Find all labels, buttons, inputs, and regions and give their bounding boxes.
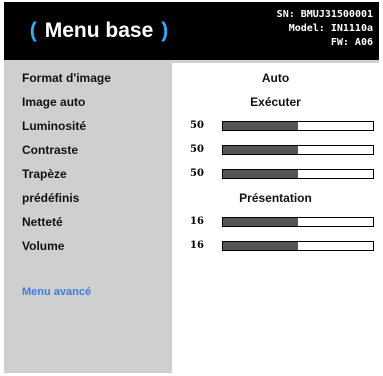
title-paren-open: ( — [29, 19, 37, 42]
menu-title: ( Menu base ) — [4, 2, 194, 60]
title-paren-close: ) — [161, 19, 169, 42]
menu-item-image-auto[interactable]: Image auto Exécuter — [4, 91, 379, 113]
contraste-value: 50 — [190, 144, 204, 155]
menu-avance-link[interactable]: Menu avancé — [22, 286, 91, 298]
volume-value: 16 — [190, 240, 204, 251]
image-auto-execute[interactable]: Exécuter — [172, 91, 379, 113]
title-text: Menu base — [44, 19, 154, 42]
slider-fill — [223, 146, 298, 154]
menu-item-predefinis[interactable]: prédéfinis Présentation — [4, 187, 379, 209]
slider-fill — [223, 170, 298, 178]
volume-slider[interactable] — [222, 241, 374, 251]
serial-number: SN: BMUJ31500001 — [276, 9, 373, 20]
menu-item-label: Image auto — [22, 95, 86, 109]
contraste-slider[interactable] — [222, 145, 374, 155]
menu-header: ( Menu base ) SN: BMUJ31500001 Model: IN… — [4, 2, 379, 60]
slider-fill — [223, 122, 298, 130]
trapeze-value: 50 — [190, 168, 204, 179]
nettete-value: 16 — [190, 216, 204, 227]
menu-item-label: Format d'image — [22, 71, 111, 85]
model-name: Model: IN1110a — [288, 23, 373, 34]
osd-menu-window: ( Menu base ) SN: BMUJ31500001 Model: IN… — [4, 2, 379, 373]
menu-item-label: Trapèze — [22, 167, 67, 181]
menu-item-label: Luminosité — [22, 119, 87, 133]
menu-item-trapeze[interactable]: Trapèze 50 — [4, 163, 379, 185]
predefinis-value[interactable]: Présentation — [172, 187, 379, 209]
slider-fill — [223, 218, 298, 226]
firmware-version: FW: A06 — [330, 37, 373, 48]
format-image-value[interactable]: Auto — [172, 67, 379, 89]
menu-item-label: prédéfinis — [22, 191, 80, 205]
menu-item-label: Volume — [22, 239, 65, 253]
luminosite-slider[interactable] — [222, 121, 374, 131]
menu-item-label: Contraste — [22, 143, 79, 157]
menu-item-nettete[interactable]: Netteté 16 — [4, 211, 379, 233]
menu-content: Format d'image Auto Image auto Exécuter … — [4, 60, 379, 373]
menu-item-luminosite[interactable]: Luminosité 50 — [4, 115, 379, 137]
slider-fill — [223, 242, 298, 250]
menu-item-volume[interactable]: Volume 16 — [4, 235, 379, 257]
menu-item-contraste[interactable]: Contraste 50 — [4, 139, 379, 161]
trapeze-slider[interactable] — [222, 169, 374, 179]
nettete-slider[interactable] — [222, 217, 374, 227]
device-info: SN: BMUJ31500001 Model: IN1110a FW: A06 — [277, 8, 373, 50]
menu-item-format-image[interactable]: Format d'image Auto — [4, 67, 379, 89]
menu-item-label: Netteté — [22, 215, 63, 229]
luminosite-value: 50 — [190, 120, 204, 131]
